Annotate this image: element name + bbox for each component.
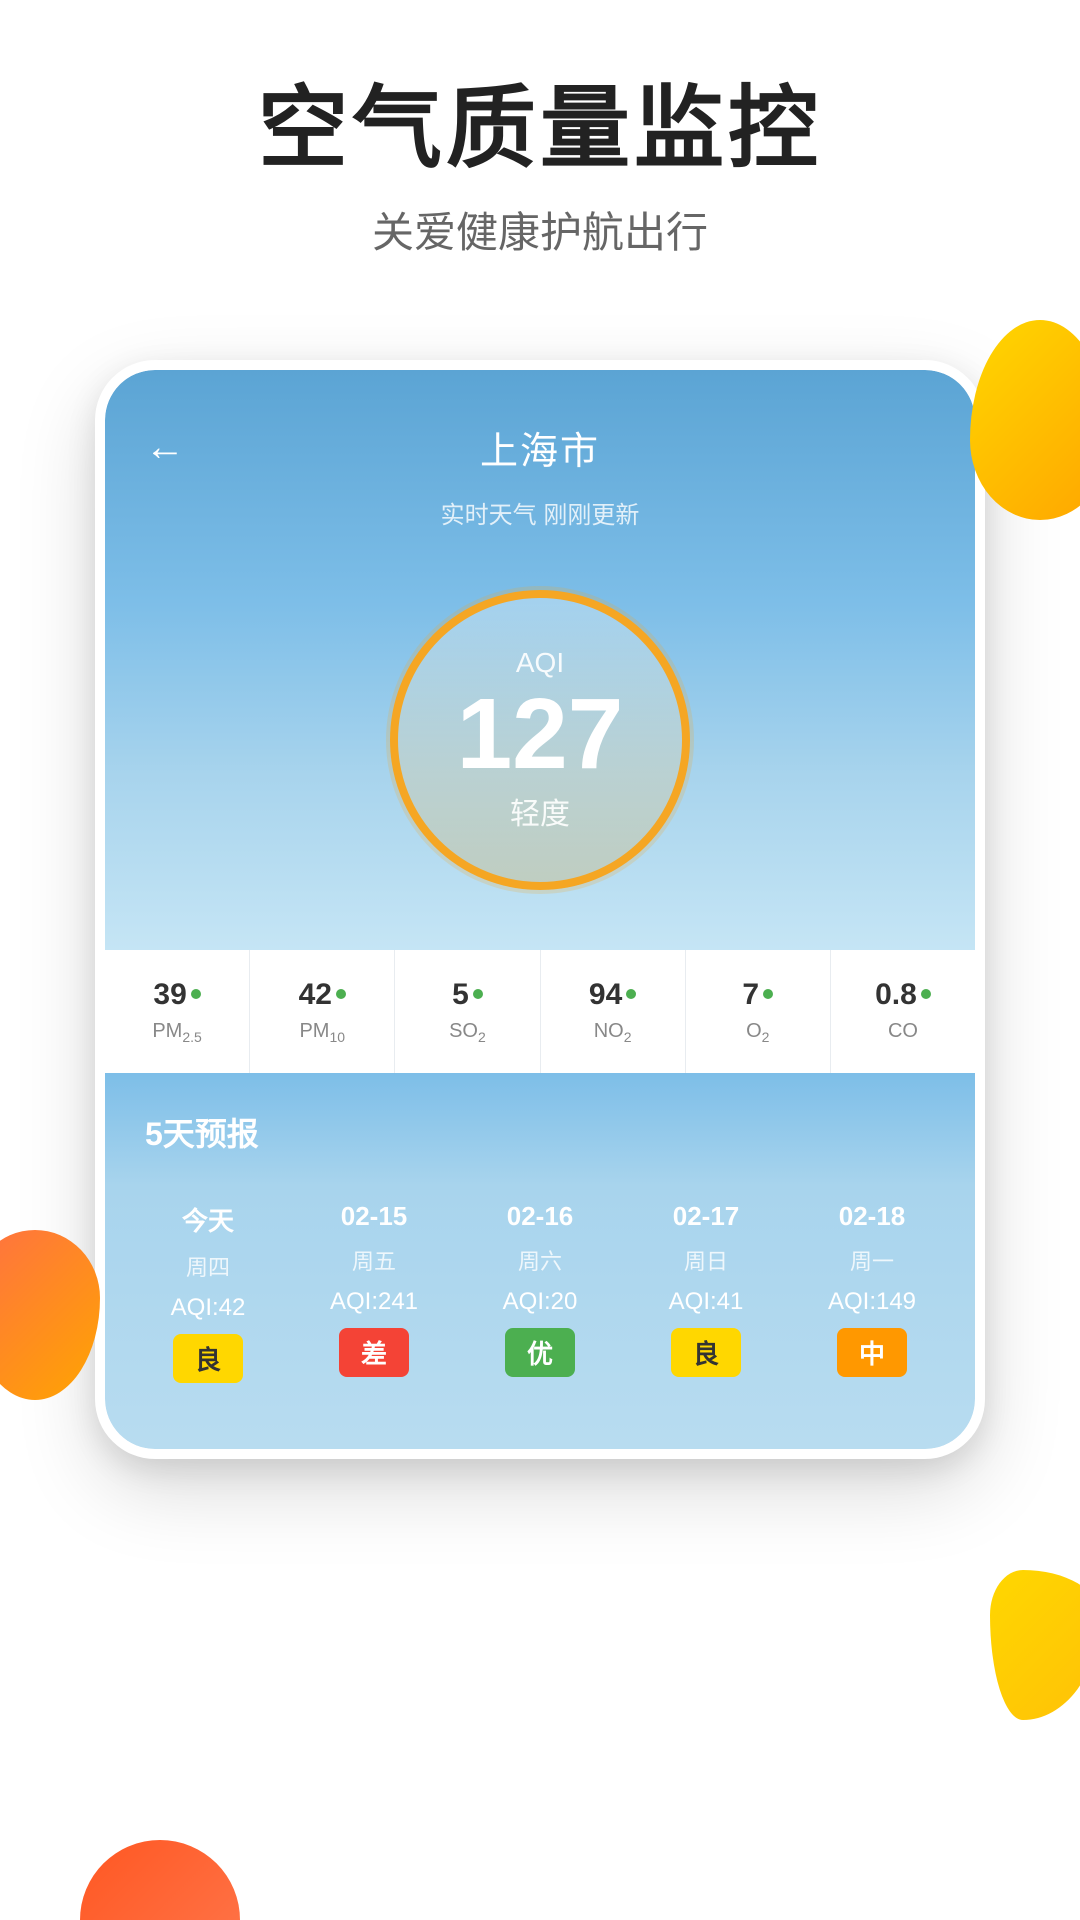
forecast-day-1-badge: 差 — [339, 1328, 409, 1377]
pollutant-o2-dot — [763, 989, 773, 999]
aqi-circle-wrapper: AQI 127 轻度 — [105, 560, 975, 950]
pollutant-o2-value-row: 7 — [742, 978, 773, 1012]
pollutant-no2-value: 94 — [589, 978, 622, 1012]
forecast-day-4-sub: 周一 — [850, 1244, 894, 1276]
forecast-day-0-name: 今天 — [182, 1201, 234, 1238]
forecast-day-3-badge: 良 — [671, 1328, 741, 1377]
pollutant-no2-value-row: 94 — [589, 978, 636, 1012]
hero-title: 空气质量监控 — [60, 80, 1020, 179]
forecast-header: 5天预报 — [105, 1073, 975, 1175]
forecast-day-2-name: 02-16 — [507, 1201, 574, 1232]
pollutant-co-dot — [921, 989, 931, 999]
pollutant-pm25-value-row: 39 — [153, 978, 200, 1012]
pollutant-co-name: CO — [888, 1020, 918, 1043]
back-button[interactable]: ← — [145, 425, 185, 470]
pollutant-pm10-name: PM10 — [299, 1020, 345, 1045]
forecast-day-3-aqi: AQI:41 — [669, 1288, 744, 1316]
aqi-circle: AQI 127 轻度 — [390, 590, 690, 890]
forecast-day-2-badge: 优 — [505, 1328, 575, 1377]
forecast-grid: 今天 周四 AQI:42 良 02-15 周五 AQI:241 差 02-1 — [105, 1175, 975, 1449]
pollutant-so2-dot — [473, 989, 483, 999]
pollutant-so2: 5 SO2 — [395, 950, 540, 1073]
forecast-day-3-sub: 周日 — [684, 1244, 728, 1276]
app-screen: ← 上海市 实时天气 刚刚更新 AQI 127 轻度 39 — [105, 370, 975, 1449]
phone-mockup: ← 上海市 实时天气 刚刚更新 AQI 127 轻度 39 — [95, 360, 985, 1459]
pollutant-no2-dot — [626, 989, 636, 999]
phone-inner: ← 上海市 实时天气 刚刚更新 AQI 127 轻度 39 — [105, 370, 975, 1449]
pollutant-co-value: 0.8 — [875, 978, 917, 1012]
forecast-day-4-badge: 中 — [837, 1328, 907, 1377]
forecast-day-2-aqi: AQI:20 — [503, 1288, 578, 1316]
pollutant-pm25-value: 39 — [153, 978, 186, 1012]
forecast-day-4-name: 02-18 — [839, 1201, 906, 1232]
pollutant-no2-name: NO2 — [594, 1020, 632, 1045]
city-name: 上海市 — [480, 420, 600, 475]
pollutant-pm10-dot — [336, 989, 346, 999]
hero-subtitle: 关爱健康护航出行 — [60, 199, 1020, 260]
pollutant-so2-value-row: 5 — [452, 978, 483, 1012]
pollutant-pm10-value-row: 42 — [299, 978, 346, 1012]
forecast-title: 5天预报 — [145, 1116, 259, 1152]
forecast-day-1-name: 02-15 — [341, 1201, 408, 1232]
pollutant-pm10: 42 PM10 — [250, 950, 395, 1073]
forecast-day-0: 今天 周四 AQI:42 良 — [125, 1185, 291, 1399]
forecast-section: 5天预报 今天 周四 AQI:42 良 02-15 周五 AQI:241 — [105, 1073, 975, 1449]
pollutant-so2-value: 5 — [452, 978, 469, 1012]
pollutant-pm10-value: 42 — [299, 978, 332, 1012]
aqi-label: AQI — [516, 647, 564, 679]
pollutant-pm25-dot — [191, 989, 201, 999]
decoration-blob-left — [0, 1230, 100, 1400]
hero-section: 空气质量监控 关爱健康护航出行 — [0, 0, 1080, 300]
app-header: ← 上海市 — [105, 370, 975, 495]
forecast-day-0-badge: 良 — [173, 1334, 243, 1383]
pollutant-o2-name: O2 — [746, 1020, 769, 1045]
decoration-blob-red — [80, 1840, 240, 1920]
pollutant-so2-name: SO2 — [449, 1020, 486, 1045]
decoration-blob-bottom-right — [990, 1570, 1080, 1720]
pollutant-co-value-row: 0.8 — [875, 978, 931, 1012]
forecast-day-4-aqi: AQI:149 — [828, 1288, 916, 1316]
forecast-day-0-aqi: AQI:42 — [171, 1294, 246, 1322]
decoration-blob-right — [970, 320, 1080, 520]
pollutant-row: 39 PM2.5 42 PM10 5 — [105, 950, 975, 1073]
forecast-day-3: 02-17 周日 AQI:41 良 — [623, 1185, 789, 1399]
forecast-day-3-name: 02-17 — [673, 1201, 740, 1232]
forecast-day-0-sub: 周四 — [186, 1250, 230, 1282]
pollutant-o2: 7 O2 — [686, 950, 831, 1073]
pollutant-co: 0.8 CO — [831, 950, 975, 1073]
forecast-day-1-sub: 周五 — [352, 1244, 396, 1276]
weather-update-text: 实时天气 刚刚更新 — [105, 495, 975, 560]
pollutant-pm25: 39 PM2.5 — [105, 950, 250, 1073]
forecast-day-2-sub: 周六 — [518, 1244, 562, 1276]
aqi-level: 轻度 — [510, 789, 570, 833]
aqi-value: 127 — [457, 684, 624, 784]
forecast-day-1: 02-15 周五 AQI:241 差 — [291, 1185, 457, 1399]
pollutant-pm25-name: PM2.5 — [152, 1020, 201, 1045]
forecast-day-1-aqi: AQI:241 — [330, 1288, 418, 1316]
forecast-day-2: 02-16 周六 AQI:20 优 — [457, 1185, 623, 1399]
forecast-day-4: 02-18 周一 AQI:149 中 — [789, 1185, 955, 1399]
pollutant-no2: 94 NO2 — [541, 950, 686, 1073]
pollutant-o2-value: 7 — [742, 978, 759, 1012]
sky-section: ← 上海市 实时天气 刚刚更新 AQI 127 轻度 — [105, 370, 975, 950]
